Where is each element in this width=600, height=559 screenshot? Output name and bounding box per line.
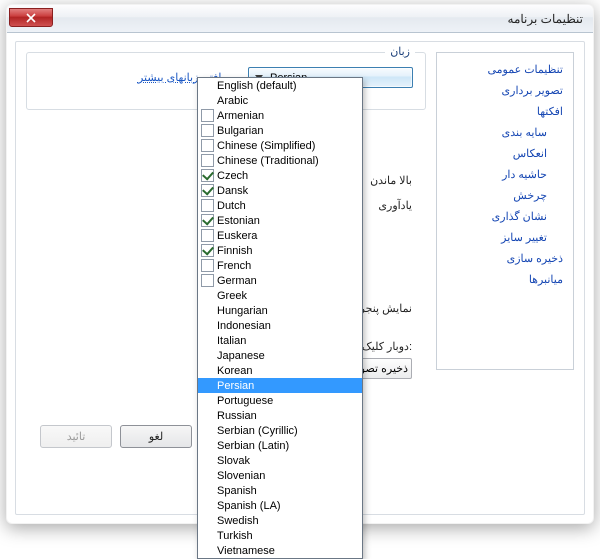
language-option[interactable]: Hungarian [198,303,362,318]
language-dropdown-list[interactable]: English (default) Arabic Armenian Bulgarian… [197,77,363,559]
language-option[interactable]: Armenian [198,108,362,123]
sidebar: تنظیمات عمومیتصویر برداریافکتهاسایه بندی… [436,52,574,370]
language-option-label: Dansk [217,185,248,197]
language-option-label: Portuguese [217,395,273,407]
sidebar-item[interactable]: نشان گذاری [445,206,565,227]
language-option[interactable]: Slovak [198,453,362,468]
language-option-label: Spanish (LA) [217,500,281,512]
language-option-label: Chinese (Traditional) [217,155,319,167]
language-option-label: Russian [217,410,257,422]
language-option-label: Arabic [217,95,248,107]
language-legend: زبان [385,45,415,58]
checkbox-icon [201,259,214,272]
language-option[interactable]: Finnish [198,243,362,258]
sidebar-item[interactable]: سایه بندی [445,122,565,143]
language-option[interactable]: Czech [198,168,362,183]
language-option-label: Greek [217,290,247,302]
language-option[interactable]: Korean [198,363,362,378]
sidebar-item[interactable]: افکتها [445,101,565,122]
language-option-label: Serbian (Latin) [217,440,289,452]
checkbox-icon [201,214,214,227]
language-option-label: Finnish [217,245,252,257]
language-option-label: English (default) [217,80,297,92]
sidebar-item[interactable]: تنظیمات عمومی [445,59,565,80]
language-option-label: Indonesian [217,320,271,332]
language-option[interactable]: Serbian (Latin) [198,438,362,453]
language-option-label: Japanese [217,350,265,362]
language-option-label: Turkish [217,530,253,542]
language-option-label: Slovenian [217,470,265,482]
close-icon [26,13,36,23]
language-option-label: Dutch [217,200,246,212]
language-option[interactable]: Swedish [198,513,362,528]
language-option[interactable]: Portuguese [198,393,362,408]
language-option[interactable]: Euskera [198,228,362,243]
checkbox-icon [201,274,214,287]
language-option[interactable]: Vietnamese [198,543,362,558]
sidebar-item[interactable]: تصویر برداری [445,80,565,101]
sidebar-item[interactable]: میانبرها [445,269,565,290]
language-option[interactable]: Chinese (Traditional) [198,153,362,168]
language-option[interactable]: Indonesian [198,318,362,333]
language-option[interactable]: Dansk [198,183,362,198]
language-option[interactable]: Turkish [198,528,362,543]
language-option-label: Bulgarian [217,125,263,137]
language-option-label: Swedish [217,515,259,527]
language-option[interactable]: Russian [198,408,362,423]
language-option[interactable]: Chinese (Simplified) [198,138,362,153]
dialog-buttons: تائید لغو [40,425,192,448]
checkbox-icon [201,184,214,197]
checkbox-icon [201,109,214,122]
sidebar-item[interactable]: ذخیره سازی [445,248,565,269]
checkbox-icon [201,169,214,182]
sidebar-item[interactable]: انعکاس [445,143,565,164]
language-option-label: French [217,260,251,272]
cancel-button[interactable]: لغو [120,425,192,448]
language-option[interactable]: French [198,258,362,273]
sidebar-item[interactable]: تغییر سایز [445,227,565,248]
language-option-label: Czech [217,170,248,182]
language-option[interactable]: Spanish (LA) [198,498,362,513]
language-option-label: Hungarian [217,305,268,317]
checkbox-icon [201,124,214,137]
language-option-label: Armenian [217,110,264,122]
language-option-label: Persian [217,380,254,392]
sidebar-item[interactable]: چرخش [445,185,565,206]
language-option[interactable]: Greek [198,288,362,303]
language-option-label: Spanish [217,485,257,497]
checkbox-icon [201,244,214,257]
checkbox-icon [201,139,214,152]
language-option[interactable]: Dutch [198,198,362,213]
language-option-label: Chinese (Simplified) [217,140,315,152]
titlebar: تنظیمات برنامه [7,5,593,33]
window-title: تنظیمات برنامه [508,12,583,26]
language-option[interactable]: Arabic [198,93,362,108]
language-option-label: Vietnamese [217,545,275,557]
language-option-label: Italian [217,335,246,347]
language-option[interactable]: Persian [198,378,362,393]
language-option[interactable]: Slovenian [198,468,362,483]
language-option[interactable]: Japanese [198,348,362,363]
language-option-label: Euskera [217,230,257,242]
language-option[interactable]: Spanish [198,483,362,498]
language-option-label: Serbian (Cyrillic) [217,425,298,437]
language-option[interactable]: Estonian [198,213,362,228]
language-option[interactable]: English (default) [198,78,362,93]
language-option-label: Slovak [217,455,250,467]
language-option-label: German [217,275,257,287]
language-option-label: Korean [217,365,252,377]
language-option[interactable]: German [198,273,362,288]
checkbox-icon [201,154,214,167]
checkbox-icon [201,199,214,212]
ok-button[interactable]: تائید [40,425,112,448]
close-button[interactable] [9,8,53,27]
language-option-label: Estonian [217,215,260,227]
sidebar-item[interactable]: حاشیه دار [445,164,565,185]
language-option[interactable]: Italian [198,333,362,348]
language-option[interactable]: Bulgarian [198,123,362,138]
checkbox-icon [201,229,214,242]
language-option[interactable]: Serbian (Cyrillic) [198,423,362,438]
